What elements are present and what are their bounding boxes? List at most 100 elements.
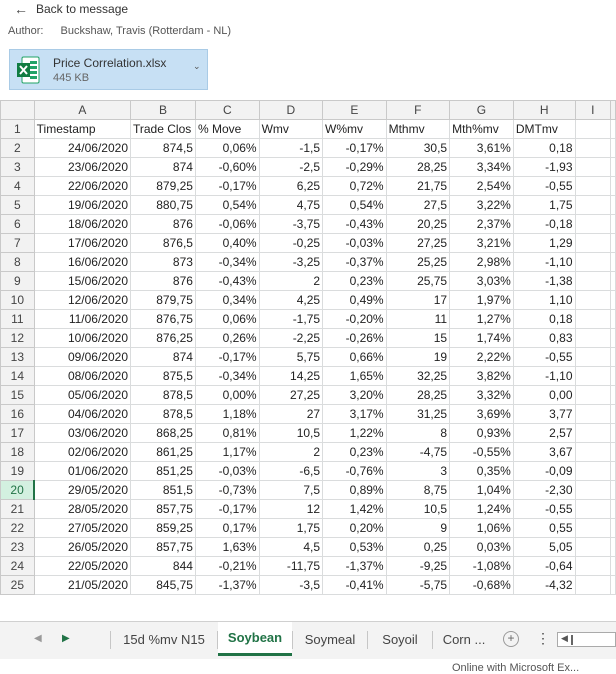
empty-cell[interactable] xyxy=(574,575,611,595)
scroll-tabs-left-icon[interactable]: ◀ xyxy=(34,633,42,644)
table-cell[interactable]: 851,5 xyxy=(130,480,196,500)
column-title-cell[interactable]: DMTmv xyxy=(512,119,576,139)
column-header-c[interactable]: C xyxy=(194,100,260,120)
table-cell[interactable]: 876 xyxy=(130,214,196,234)
column-header-f[interactable]: F xyxy=(385,100,451,120)
empty-cell[interactable] xyxy=(574,271,611,291)
table-cell[interactable]: 1,75 xyxy=(512,195,576,215)
table-cell[interactable]: 0,40% xyxy=(194,233,260,253)
empty-cell[interactable] xyxy=(610,499,616,519)
table-cell[interactable]: -1,37% xyxy=(322,556,387,576)
table-cell[interactable]: 844 xyxy=(130,556,196,576)
table-cell[interactable]: 875,5 xyxy=(130,366,196,386)
table-cell[interactable]: 28/05/2020 xyxy=(33,499,132,519)
table-cell[interactable]: 12 xyxy=(258,499,324,519)
table-cell[interactable]: 0,93% xyxy=(449,423,514,443)
table-cell[interactable]: -0,34% xyxy=(194,366,260,386)
column-title-cell[interactable]: W%mv xyxy=(322,119,387,139)
table-cell[interactable]: 21,75 xyxy=(385,176,451,196)
table-cell[interactable]: 3,34% xyxy=(449,157,514,177)
table-cell[interactable]: 27,25 xyxy=(258,385,324,405)
table-cell[interactable]: -1,38 xyxy=(512,271,576,291)
table-cell[interactable]: -0,55 xyxy=(512,499,576,519)
table-cell[interactable]: 01/06/2020 xyxy=(33,461,132,481)
row-number[interactable]: 18 xyxy=(0,442,35,462)
empty-cell[interactable] xyxy=(610,290,616,310)
table-cell[interactable]: -0,20% xyxy=(322,309,387,329)
chevron-down-icon[interactable]: ⌄ xyxy=(193,61,201,72)
table-cell[interactable]: -0,55 xyxy=(512,176,576,196)
table-cell[interactable]: 1,06% xyxy=(449,518,514,538)
row-number[interactable]: 8 xyxy=(0,252,35,272)
empty-cell[interactable] xyxy=(574,157,611,177)
table-cell[interactable]: 27/05/2020 xyxy=(33,518,132,538)
table-cell[interactable]: -1,75 xyxy=(258,309,324,329)
column-title-cell[interactable]: Wmv xyxy=(258,119,324,139)
table-cell[interactable]: 874 xyxy=(130,157,196,177)
table-cell[interactable]: -0,55% xyxy=(449,442,514,462)
table-cell[interactable]: 861,25 xyxy=(130,442,196,462)
table-cell[interactable]: -0,76% xyxy=(322,461,387,481)
empty-cell[interactable] xyxy=(610,575,616,595)
empty-cell[interactable] xyxy=(610,442,616,462)
table-cell[interactable]: 1,97% xyxy=(449,290,514,310)
table-cell[interactable]: 29/05/2020 xyxy=(33,480,132,500)
table-cell[interactable]: 3,21% xyxy=(449,233,514,253)
table-cell[interactable]: 10,5 xyxy=(385,499,451,519)
empty-cell[interactable] xyxy=(610,214,616,234)
table-cell[interactable]: 3,82% xyxy=(449,366,514,386)
empty-cell[interactable] xyxy=(574,461,611,481)
table-cell[interactable]: 12/06/2020 xyxy=(33,290,132,310)
table-cell[interactable]: 4,75 xyxy=(258,195,324,215)
row-number[interactable]: 25 xyxy=(0,575,35,595)
row-number[interactable]: 15 xyxy=(0,385,35,405)
table-cell[interactable]: 25,75 xyxy=(385,271,451,291)
empty-cell[interactable] xyxy=(610,423,616,443)
row-number[interactable]: 5 xyxy=(0,195,35,215)
empty-cell[interactable] xyxy=(610,366,616,386)
tab-soyoil[interactable]: Soyoil xyxy=(368,622,432,656)
table-cell[interactable]: 874,5 xyxy=(130,138,196,158)
table-cell[interactable]: 0,00 xyxy=(512,385,576,405)
empty-cell[interactable] xyxy=(610,195,616,215)
table-cell[interactable]: 2,57 xyxy=(512,423,576,443)
back-to-message-link[interactable]: ← Back to message xyxy=(14,0,128,18)
table-cell[interactable]: 878,5 xyxy=(130,385,196,405)
table-cell[interactable]: -4,32 xyxy=(512,575,576,595)
table-cell[interactable]: -0,21% xyxy=(194,556,260,576)
table-cell[interactable]: 17 xyxy=(385,290,451,310)
table-cell[interactable]: 1,18% xyxy=(194,404,260,424)
row-number[interactable]: 16 xyxy=(0,404,35,424)
table-cell[interactable]: 857,75 xyxy=(130,537,196,557)
empty-cell[interactable] xyxy=(610,518,616,538)
empty-cell[interactable] xyxy=(610,176,616,196)
empty-cell[interactable] xyxy=(574,556,611,576)
row-number[interactable]: 19 xyxy=(0,461,35,481)
table-cell[interactable]: 27 xyxy=(258,404,324,424)
table-cell[interactable]: 19 xyxy=(385,347,451,367)
empty-cell[interactable] xyxy=(574,176,611,196)
table-cell[interactable]: 1,75 xyxy=(258,518,324,538)
table-cell[interactable]: -0,37% xyxy=(322,252,387,272)
table-cell[interactable]: 4,25 xyxy=(258,290,324,310)
table-cell[interactable]: 0,06% xyxy=(194,309,260,329)
table-cell[interactable]: 2,54% xyxy=(449,176,514,196)
table-cell[interactable]: 05/06/2020 xyxy=(33,385,132,405)
tab-corn[interactable]: Corn ... xyxy=(433,622,495,656)
table-cell[interactable]: 1,27% xyxy=(449,309,514,329)
table-cell[interactable]: -1,08% xyxy=(449,556,514,576)
table-cell[interactable]: -0,43% xyxy=(194,271,260,291)
table-cell[interactable]: 0,18 xyxy=(512,138,576,158)
table-cell[interactable]: 02/06/2020 xyxy=(33,442,132,462)
table-cell[interactable]: 22/05/2020 xyxy=(33,556,132,576)
table-cell[interactable]: 20,25 xyxy=(385,214,451,234)
table-cell[interactable]: 1,42% xyxy=(322,499,387,519)
table-cell[interactable]: -0,43% xyxy=(322,214,387,234)
empty-cell[interactable] xyxy=(574,518,611,538)
row-number[interactable]: 23 xyxy=(0,537,35,557)
empty-cell[interactable] xyxy=(610,385,616,405)
table-cell[interactable]: 19/06/2020 xyxy=(33,195,132,215)
table-cell[interactable]: 09/06/2020 xyxy=(33,347,132,367)
table-cell[interactable]: 10/06/2020 xyxy=(33,328,132,348)
empty-cell[interactable] xyxy=(610,404,616,424)
